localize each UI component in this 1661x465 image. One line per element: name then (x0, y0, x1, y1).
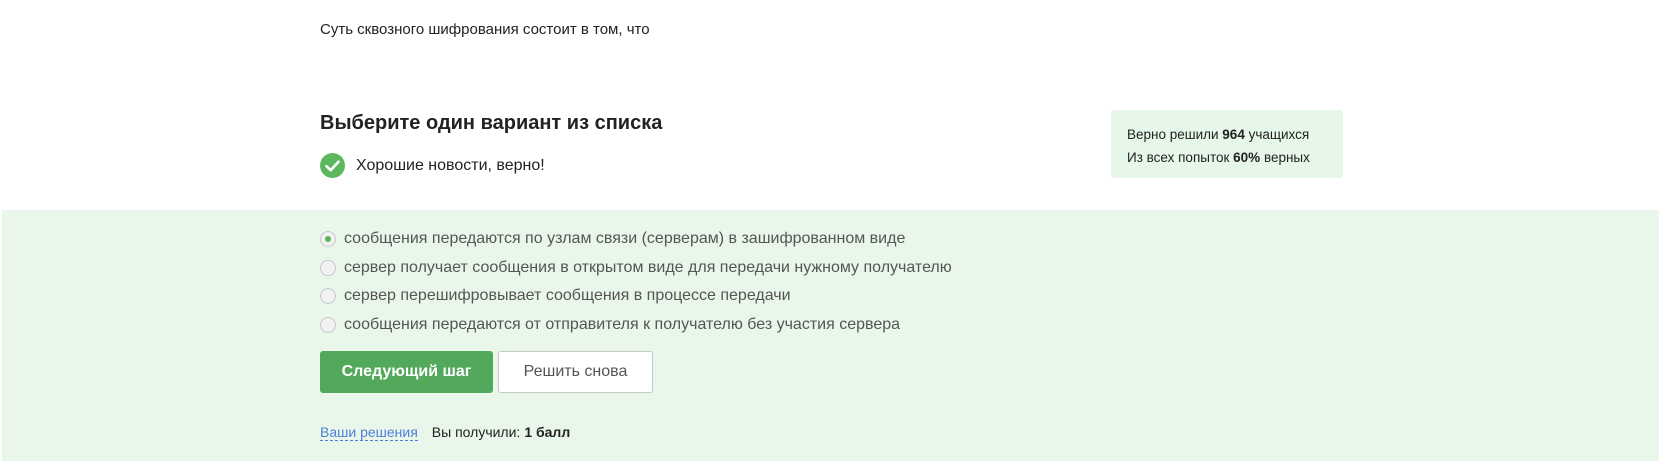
answer-panel: сообщения передаются по узлам связи (сер… (2, 210, 1659, 461)
question-text: Суть сквозного шифрования состоит в том,… (320, 21, 650, 38)
feedback-text: Хорошие новости, верно! (356, 156, 545, 174)
option-label: сервер получает сообщения в открытом вид… (344, 258, 952, 276)
retry-button[interactable]: Решить снова (498, 351, 653, 393)
radio-button[interactable] (320, 288, 336, 305)
stats-box: Верно решили 964 учащихся Из всех попыто… (1111, 110, 1343, 178)
check-circle-icon (320, 153, 345, 178)
quiz-heading: Выберите один вариант из списка (320, 112, 663, 134)
stats-solved-line: Верно решили 964 учащихся (1127, 127, 1310, 142)
option-label: сервер перешифровывает сообщения в проце… (344, 287, 791, 305)
stats-percent-line: Из всех попыток 60% верных (1127, 150, 1310, 165)
action-buttons: Следующий шаг Решить снова (320, 351, 653, 393)
next-step-button[interactable]: Следующий шаг (320, 351, 493, 393)
correct-percent: 60% (1233, 150, 1261, 165)
option-item[interactable]: сообщения передаются от отправителя к по… (320, 311, 952, 340)
quiz-step-page: Суть сквозного шифрования состоит в том,… (0, 0, 1661, 465)
feedback-message: Хорошие новости, верно! (320, 153, 545, 178)
score-label: Вы получили: (431, 424, 521, 440)
solved-count: 964 (1222, 127, 1245, 142)
score-value: 1 балл (524, 424, 571, 440)
option-item[interactable]: сообщения передаются по узлам связи (сер… (320, 225, 952, 254)
radio-button[interactable] (320, 316, 336, 333)
result-footer: Ваши решения Вы получили: 1 балл (320, 424, 570, 441)
options-list: сообщения передаются по узлам связи (сер… (320, 225, 952, 339)
option-item[interactable]: сервер перешифровывает сообщения в проце… (320, 282, 952, 311)
your-solutions-link[interactable]: Ваши решения (320, 424, 418, 441)
radio-button[interactable] (320, 259, 336, 276)
option-label: сообщения передаются от отправителя к по… (344, 315, 901, 333)
option-label: сообщения передаются по узлам связи (сер… (344, 230, 906, 248)
radio-button[interactable] (320, 231, 336, 248)
option-item[interactable]: сервер получает сообщения в открытом вид… (320, 254, 952, 283)
